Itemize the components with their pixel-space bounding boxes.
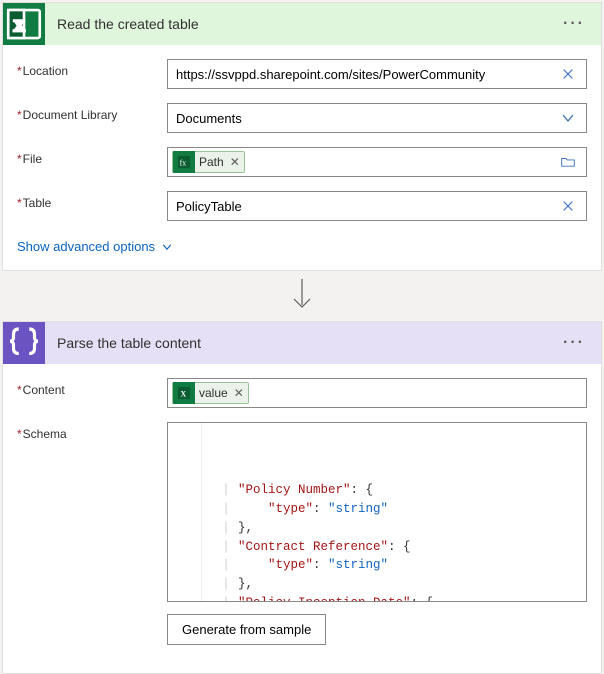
flow-arrow-icon — [0, 271, 604, 319]
content-label: Content — [17, 378, 167, 397]
location-text[interactable] — [174, 65, 556, 84]
schema-label: Schema — [17, 422, 167, 441]
token-remove-icon[interactable]: ✕ — [230, 155, 240, 169]
card-header[interactable]: Parse the table content ··· — [3, 322, 601, 364]
table-input[interactable] — [167, 191, 587, 221]
card-menu-icon[interactable]: ··· — [557, 330, 591, 356]
clear-icon[interactable] — [556, 62, 580, 86]
file-row: File fx Path ✕ — [17, 147, 587, 177]
content-input[interactable]: X value ✕ — [167, 378, 587, 408]
fx-icon: fx — [173, 151, 195, 173]
svg-text:X: X — [14, 18, 26, 35]
excel-icon: X — [173, 382, 195, 404]
card-header[interactable]: X Read the created table ··· — [3, 3, 601, 45]
file-token-label: Path — [199, 155, 224, 169]
chevron-down-icon[interactable] — [556, 106, 580, 130]
table-row: Table — [17, 191, 587, 221]
advanced-label: Show advanced options — [17, 239, 155, 254]
chevron-down-icon — [161, 241, 173, 253]
card-body: Location Document Library — [3, 45, 601, 221]
card-title: Read the created table — [45, 16, 557, 32]
location-label: Location — [17, 59, 167, 78]
generate-sample-button[interactable]: Generate from sample — [167, 614, 326, 645]
card-title: Parse the table content — [45, 335, 557, 351]
folder-icon[interactable] — [556, 150, 580, 174]
excel-action-card: X Read the created table ··· Location Do… — [2, 2, 602, 271]
schema-row: Schema |"Policy Number": {|"type": "stri… — [17, 422, 587, 659]
svg-text:fx: fx — [180, 159, 187, 168]
file-token[interactable]: fx Path ✕ — [172, 151, 245, 173]
location-input[interactable] — [167, 59, 587, 89]
doclib-text[interactable] — [174, 109, 556, 128]
card-body: Content X value ✕ Schema |"P — [3, 364, 601, 659]
excel-icon: X — [3, 3, 45, 45]
content-token[interactable]: X value ✕ — [172, 382, 249, 404]
table-label: Table — [17, 191, 167, 210]
clear-icon[interactable] — [556, 194, 580, 218]
location-row: Location — [17, 59, 587, 89]
table-text[interactable] — [174, 197, 556, 216]
token-remove-icon[interactable]: ✕ — [234, 386, 244, 400]
show-advanced-link[interactable]: Show advanced options — [3, 235, 173, 270]
card-menu-icon[interactable]: ··· — [557, 11, 591, 37]
content-token-label: value — [199, 386, 228, 400]
schema-editor[interactable]: |"Policy Number": {|"type": "string"|},|… — [167, 422, 587, 602]
doclib-input[interactable] — [167, 103, 587, 133]
parse-action-card: Parse the table content ··· Content X va… — [2, 321, 602, 674]
doclib-label: Document Library — [17, 103, 167, 122]
file-label: File — [17, 147, 167, 166]
braces-icon — [3, 322, 45, 364]
file-input[interactable]: fx Path ✕ — [167, 147, 587, 177]
svg-text:X: X — [181, 390, 187, 399]
doclib-row: Document Library — [17, 103, 587, 133]
content-row: Content X value ✕ — [17, 378, 587, 408]
